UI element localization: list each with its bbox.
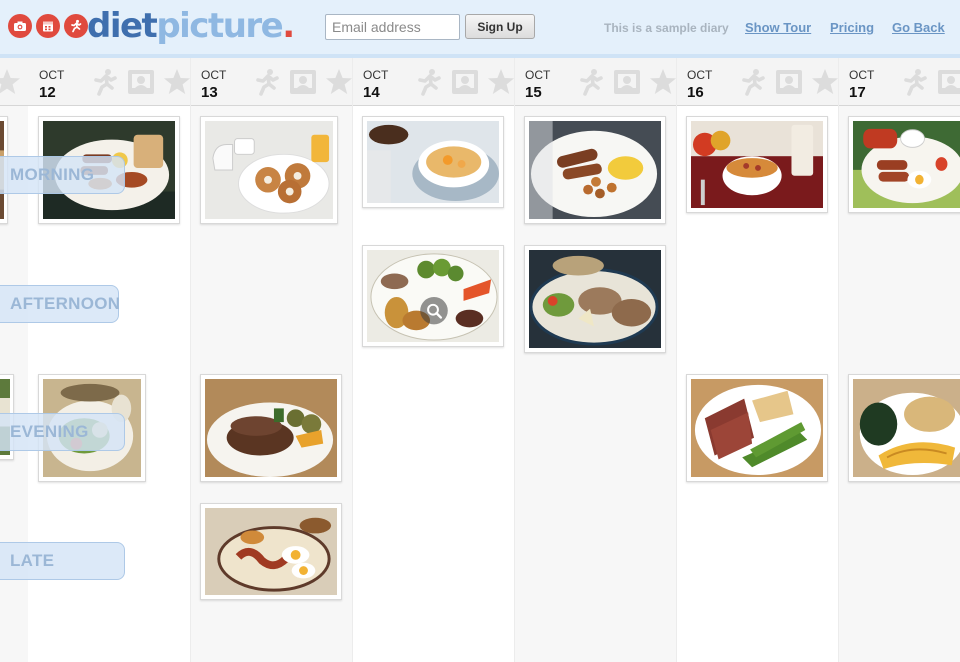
day-month: OCT [849, 68, 875, 82]
column-divider [676, 58, 677, 662]
column-divider [514, 58, 515, 662]
star-icon[interactable] [648, 67, 678, 97]
calendar-icon [36, 14, 60, 38]
day-month: OCT [39, 68, 65, 82]
runner-icon[interactable] [90, 67, 120, 97]
day-header: OCT 14 [352, 58, 514, 106]
runner-icon[interactable] [252, 67, 282, 97]
eggs-bacon-photo[interactable] [200, 503, 342, 600]
star-icon[interactable] [162, 67, 192, 97]
day-number: 16 [687, 84, 704, 101]
logo-text-diet: diet [87, 6, 158, 46]
roast-beef-dinner-photo[interactable] [200, 374, 342, 482]
meal-label-late[interactable]: LATE [0, 542, 125, 580]
meal-label-evening[interactable]: EVENING [0, 413, 125, 451]
go-back-link[interactable]: Go Back [892, 20, 945, 35]
email-field[interactable] [325, 14, 460, 40]
column-divider [838, 58, 839, 662]
meal-label-morning[interactable]: MORNING [0, 156, 125, 194]
photo-icon[interactable] [126, 67, 156, 97]
salad-platter-photo[interactable] [524, 245, 666, 353]
runner-icon[interactable] [414, 67, 444, 97]
oatmeal-coffee-photo[interactable] [362, 116, 504, 208]
camera-icon [8, 14, 32, 38]
sample-diary-note: This is a sample diary [604, 21, 729, 35]
star-icon[interactable] [0, 67, 22, 97]
runner-icon[interactable] [576, 67, 606, 97]
steak-peas-photo[interactable] [686, 374, 828, 482]
chicken-spinach-photo[interactable] [848, 374, 960, 482]
day-number: 12 [39, 84, 56, 101]
column-divider [352, 58, 353, 662]
photo-icon[interactable] [450, 67, 480, 97]
day-header: OCT 17 [838, 58, 960, 106]
runner-icon [64, 14, 88, 38]
sausage-potatoes-photo[interactable] [524, 116, 666, 224]
day-header: OCT 16 [676, 58, 838, 106]
logo-icons [8, 14, 88, 38]
logo-text-picture: picture [156, 6, 283, 46]
show-tour-link[interactable]: Show Tour [745, 20, 811, 35]
day-number: 15 [525, 84, 542, 101]
day-header: OCT 13 [190, 58, 352, 106]
day-number: 17 [849, 84, 866, 101]
english-breakfast-photo[interactable] [848, 116, 960, 213]
top-bar: dietpicture. Sign Up This is a sample di… [0, 0, 960, 54]
star-icon[interactable] [810, 67, 840, 97]
photo-icon[interactable] [612, 67, 642, 97]
roast-vegetables-photo[interactable] [362, 245, 504, 347]
photo-icon[interactable] [774, 67, 804, 97]
cereal-milk-photo[interactable] [686, 116, 828, 213]
zoom-icon [420, 296, 448, 325]
runner-icon[interactable] [738, 67, 768, 97]
day-month: OCT [525, 68, 551, 82]
day-month: OCT [687, 68, 713, 82]
day-header-previous [0, 58, 28, 106]
logo-text-dot: . [282, 6, 295, 46]
day-month: OCT [201, 68, 227, 82]
site-logo[interactable]: dietpicture. [87, 5, 295, 47]
day-number: 13 [201, 84, 218, 101]
photo-icon[interactable] [936, 67, 960, 97]
pricing-link[interactable]: Pricing [830, 20, 874, 35]
star-icon[interactable] [486, 67, 516, 97]
day-header: OCT 12 [28, 58, 190, 106]
photo-icon[interactable] [288, 67, 318, 97]
meal-label-afternoon[interactable]: AFTERNOON [0, 285, 120, 323]
runner-icon[interactable] [900, 67, 930, 97]
day-month: OCT [363, 68, 389, 82]
sign-up-button[interactable]: Sign Up [465, 14, 535, 39]
star-icon[interactable] [324, 67, 354, 97]
day-header: OCT 15 [514, 58, 676, 106]
day-number: 14 [363, 84, 380, 101]
column-divider [190, 58, 191, 662]
bagel-breakfast-photo[interactable] [200, 116, 338, 224]
